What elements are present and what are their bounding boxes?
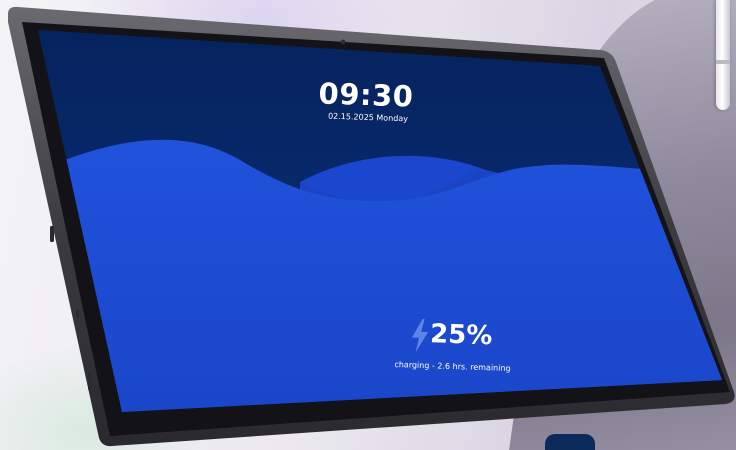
side-port — [76, 310, 79, 318]
side-button[interactable] — [50, 226, 54, 242]
lightning-bolt-icon — [411, 318, 429, 353]
lockscreen-clock: 09:30 — [318, 76, 414, 114]
battery-percent: 25% — [429, 319, 493, 352]
front-camera — [340, 39, 346, 45]
speaker-grille — [88, 372, 91, 390]
battery-indicator: 25% — [409, 316, 500, 359]
tablet-device — [8, 6, 735, 447]
